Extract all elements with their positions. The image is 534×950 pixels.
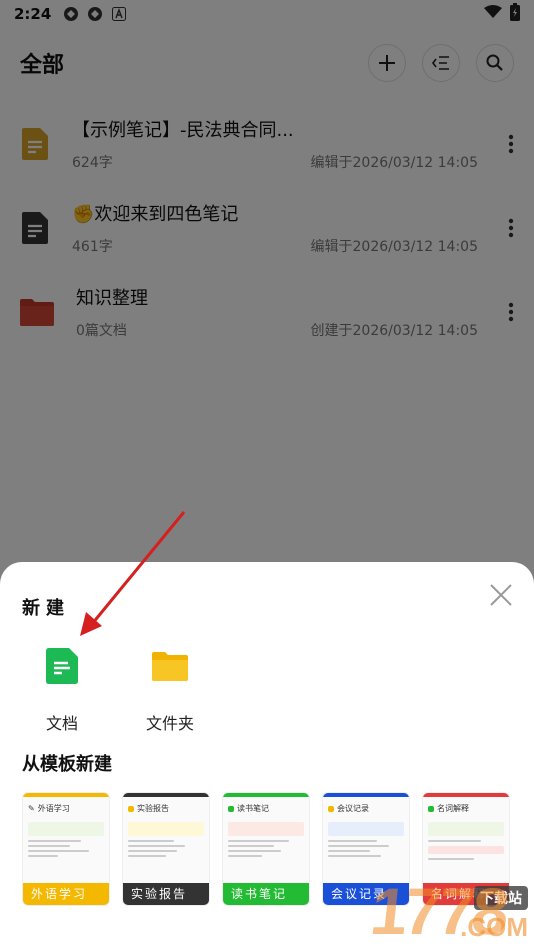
new-document-option[interactable]: 文档 (16, 644, 108, 734)
template-header: 会议记录 (337, 804, 369, 813)
template-header: 外语学习 (37, 804, 70, 813)
close-icon (490, 584, 512, 606)
template-header: 实验报告 (137, 804, 169, 813)
template-label: 读书笔记 (223, 883, 309, 905)
close-button[interactable] (488, 582, 514, 608)
note-icon (328, 805, 334, 812)
template-card-foreign-language[interactable]: ✎ 外语学习 外语学习 (22, 792, 110, 906)
option-label: 文件夹 (145, 714, 194, 733)
bulb-icon (128, 805, 134, 812)
site-watermark: 1778 下载站 .COM (367, 874, 528, 948)
folder-icon (148, 644, 192, 688)
tree-icon (428, 805, 434, 812)
doc-icon (40, 644, 84, 688)
template-label: 外语学习 (23, 883, 109, 905)
template-section-title: 从模板新建 (22, 754, 112, 775)
template-label: 实验报告 (123, 883, 209, 905)
template-card-lab-report[interactable]: 实验报告 实验报告 (122, 792, 210, 906)
template-header: 读书笔记 (237, 804, 269, 813)
sheet-title: 新建 (22, 598, 70, 619)
option-label: 文档 (45, 714, 78, 733)
new-folder-option[interactable]: 文件夹 (124, 644, 216, 734)
pencil-icon: ✎ (28, 804, 35, 813)
template-header: 名词解释 (437, 804, 469, 813)
watermark-number: 1778 (367, 874, 510, 948)
template-card-reading-notes[interactable]: 读书笔记 读书笔记 (222, 792, 310, 906)
book-icon (228, 805, 234, 812)
